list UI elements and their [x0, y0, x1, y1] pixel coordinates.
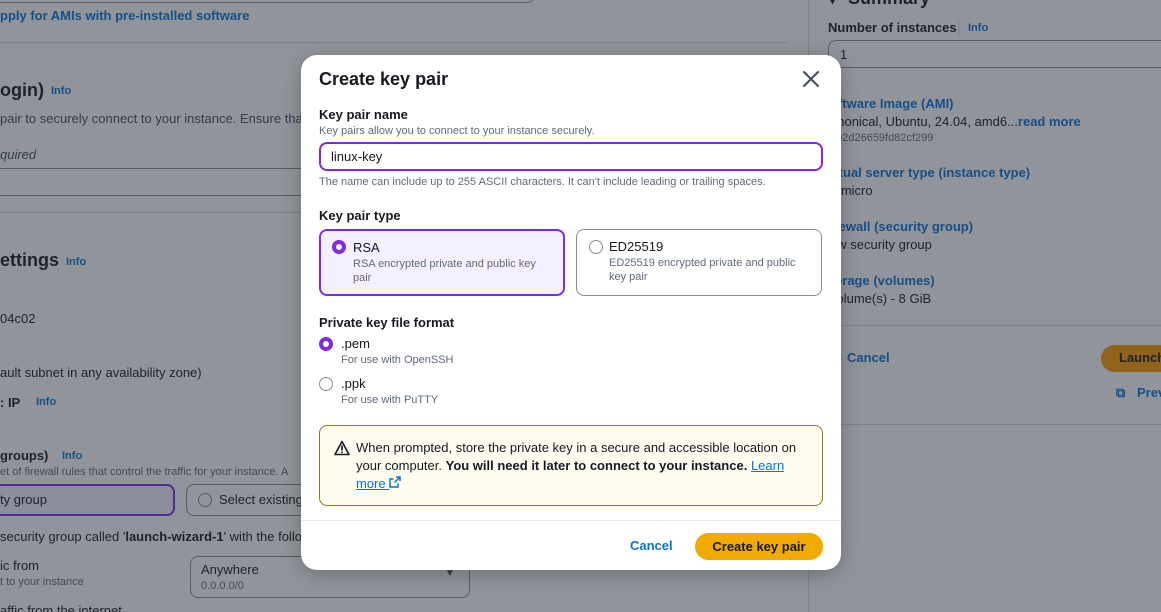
pem-radio[interactable]: [319, 337, 333, 351]
warning-text: When prompted, store the private key in …: [356, 440, 797, 491]
warning-icon: [334, 440, 350, 456]
external-link-icon: [389, 476, 401, 488]
key-pair-type-label: Key pair type: [319, 208, 401, 223]
ppk-label[interactable]: .ppk: [341, 376, 366, 391]
ed25519-title: ED25519: [609, 239, 664, 254]
cancel-button[interactable]: Cancel: [630, 538, 673, 553]
dialog-title: Create key pair: [319, 69, 449, 89]
rsa-title: RSA: [353, 240, 380, 255]
rsa-desc: RSA encrypted private and public key pai…: [353, 258, 536, 284]
key-pair-name-desc: Key pairs allow you to connect to your i…: [319, 125, 595, 137]
ppk-desc: For use with PuTTY: [341, 394, 439, 406]
ed25519-radio[interactable]: [589, 240, 603, 254]
ppk-radio[interactable]: [319, 377, 333, 391]
key-pair-name-input[interactable]: [319, 142, 823, 171]
create-key-pair-dialog: Create key pair Key pair name Key pairs …: [301, 55, 841, 570]
ed25519-desc: ED25519 encrypted private and public key…: [609, 257, 796, 283]
pem-label[interactable]: .pem: [341, 336, 370, 351]
key-type-tile-ed25519[interactable]: ED25519 ED25519 encrypted private and pu…: [576, 229, 822, 296]
key-pair-name-hint: The name can include up to 255 ASCII cha…: [319, 176, 766, 188]
warning-alert: When prompted, store the private key in …: [319, 425, 823, 506]
footer-divider: [301, 520, 841, 521]
key-type-tile-rsa[interactable]: RSA RSA encrypted private and public key…: [319, 229, 565, 296]
key-pair-name-label: Key pair name: [319, 107, 408, 122]
key-file-format-label: Private key file format: [319, 315, 455, 330]
pem-desc: For use with OpenSSH: [341, 354, 454, 366]
close-icon[interactable]: [801, 69, 825, 89]
create-key-pair-button[interactable]: Create key pair: [695, 533, 823, 560]
rsa-radio[interactable]: [332, 240, 346, 254]
